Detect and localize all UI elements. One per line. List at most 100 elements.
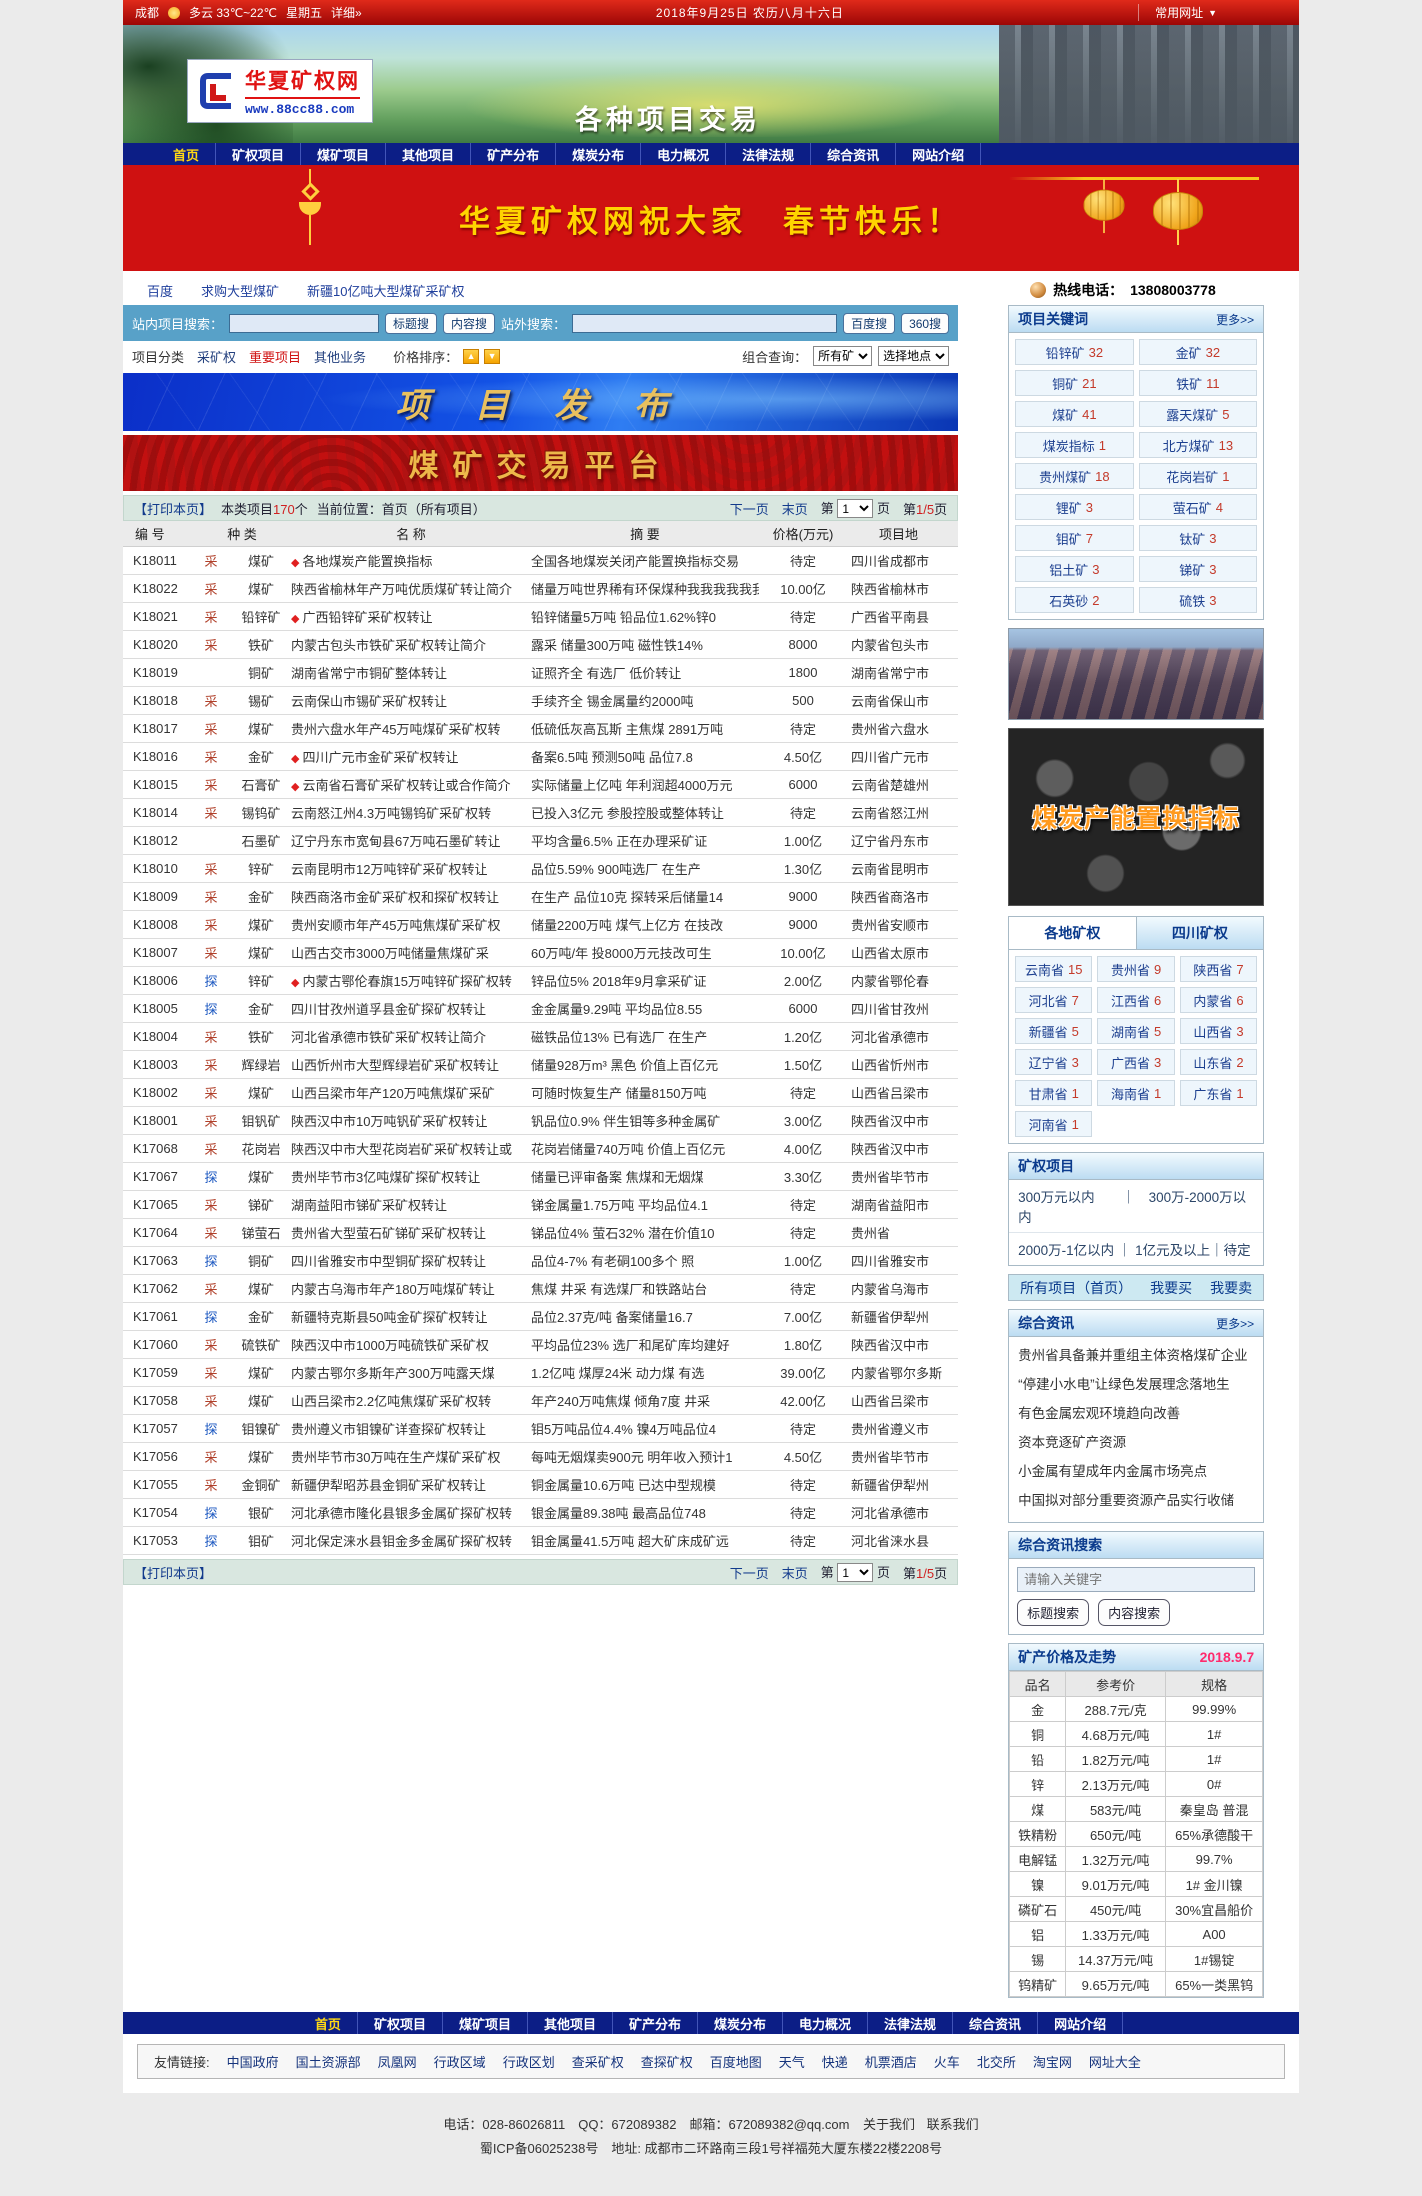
region-item[interactable]: 内蒙省 6 <box>1180 987 1257 1013</box>
keyword-item[interactable]: 贵州煤矿 18 <box>1015 463 1134 489</box>
footer-nav-item[interactable]: 矿产分布 <box>613 2012 698 2034</box>
project-place-link[interactable]: 山西省忻州市 <box>847 1055 950 1074</box>
keyword-item[interactable]: 硫铁 3 <box>1139 587 1258 613</box>
news-more-link[interactable]: 更多>> <box>1216 1315 1254 1332</box>
project-publish-banner[interactable]: 项 目 发 布 <box>123 373 958 431</box>
external-search-input[interactable] <box>572 314 837 333</box>
project-summary-link[interactable]: 花岗岩储量740万吨 价值上百亿元 <box>531 1139 759 1158</box>
project-name-link[interactable]: ◆河北保定涞水县钼金多金属矿探矿权转 <box>291 1531 531 1550</box>
quicklinks-dropdown[interactable]: 常用网址 ▼ <box>1138 4 1217 21</box>
news-item[interactable]: 贵州省具备兼并重组主体资格煤矿企业 <box>1018 1341 1254 1370</box>
project-place-link[interactable]: 云南省怒江州 <box>847 803 950 822</box>
friend-link[interactable]: 国土资源部 <box>296 2052 361 2071</box>
project-name-link[interactable]: ◆山西吕梁市年产120万吨焦煤矿采矿 <box>291 1083 531 1102</box>
project-summary-link[interactable]: 储量万吨世界稀有环保煤种我我我我我我 <box>531 579 759 598</box>
nav-item[interactable]: 其他项目 <box>386 143 471 165</box>
region-item[interactable]: 海南省 1 <box>1097 1080 1174 1106</box>
region-item[interactable]: 云南省 15 <box>1015 956 1092 982</box>
keyword-item[interactable]: 锑矿 3 <box>1139 556 1258 582</box>
region-item[interactable]: 辽宁省 3 <box>1015 1049 1092 1075</box>
project-summary-link[interactable]: 储量928万m³ 黑色 价值上百亿元 <box>531 1055 759 1074</box>
region-item[interactable]: 新疆省 5 <box>1015 1018 1092 1044</box>
project-name-link[interactable]: ◆山西忻州市大型辉绿岩矿采矿权转让 <box>291 1055 531 1074</box>
project-summary-link[interactable]: 1.2亿吨 煤厚24米 动力煤 有选 <box>531 1363 759 1382</box>
project-name-link[interactable]: ◆新疆特克斯县50吨金矿探矿权转让 <box>291 1307 531 1326</box>
region-item[interactable]: 江西省 6 <box>1097 987 1174 1013</box>
nav-item[interactable]: 矿权项目 <box>216 143 301 165</box>
project-place-link[interactable]: 新疆省伊犁州 <box>847 1307 950 1326</box>
friend-link[interactable]: 查探矿权 <box>641 2052 693 2071</box>
project-place-link[interactable]: 河北省承德市 <box>847 1027 950 1046</box>
project-place-link[interactable]: 湖南省常宁市 <box>847 663 950 682</box>
project-name-link[interactable]: ◆四川省雅安市中型铜矿探矿权转让 <box>291 1251 531 1270</box>
footer-nav-item[interactable]: 电力概况 <box>783 2012 868 2034</box>
next-page-link[interactable]: 下一页 <box>730 499 769 518</box>
filter-link[interactable]: 其他业务 <box>314 347 366 366</box>
project-place-link[interactable]: 河北省涞水县 <box>847 1531 950 1550</box>
friend-link[interactable]: 火车 <box>934 2052 960 2071</box>
project-place-link[interactable]: 河北省承德市 <box>847 1503 950 1522</box>
project-name-link[interactable]: ◆新疆伊犁昭苏县金铜矿采矿权转让 <box>291 1475 531 1494</box>
friend-link[interactable]: 百度地图 <box>710 2052 762 2071</box>
nav-item[interactable]: 电力概况 <box>641 143 726 165</box>
project-name-link[interactable]: ◆内蒙古包头市铁矿采矿权转让简介 <box>291 635 531 654</box>
print-page-link[interactable]: 【打印本页】 <box>134 1563 212 1582</box>
project-place-link[interactable]: 山西省吕梁市 <box>847 1391 950 1410</box>
project-summary-link[interactable]: 品位5.59% 900吨选厂 在生产 <box>531 859 759 878</box>
region-item[interactable]: 陕西省 7 <box>1180 956 1257 982</box>
project-place-link[interactable]: 陕西省榆林市 <box>847 579 950 598</box>
page-select[interactable]: 1 <box>837 499 873 518</box>
baidu-search-button[interactable]: 百度搜 <box>843 313 895 334</box>
project-place-link[interactable]: 山西省太原市 <box>847 943 950 962</box>
keyword-item[interactable]: 北方煤矿 13 <box>1139 432 1258 458</box>
project-name-link[interactable]: ◆陕西汉中市1000万吨硫铁矿采矿权 <box>291 1335 531 1354</box>
weather-detail-link[interactable]: 详细» <box>331 4 362 21</box>
project-summary-link[interactable]: 铅锌储量5万吨 铅品位1.62%锌0 <box>531 607 759 626</box>
friend-link[interactable]: 淘宝网 <box>1033 2052 1072 2071</box>
sort-desc-button[interactable]: ▼ <box>484 349 500 364</box>
project-summary-link[interactable]: 60万吨/年 投8000万元技改可生 <box>531 943 759 962</box>
project-summary-link[interactable]: 锑品位4% 萤石32% 潜在价值10 <box>531 1223 759 1242</box>
project-summary-link[interactable]: 磁铁品位13% 已有选厂 在生产 <box>531 1027 759 1046</box>
nav-item[interactable]: 矿产分布 <box>471 143 556 165</box>
project-name-link[interactable]: ◆山西吕梁市2.2亿吨焦煤矿采矿权转 <box>291 1391 531 1410</box>
project-name-link[interactable]: ◆河北承德市隆化县银多金属矿探矿权转 <box>291 1503 531 1522</box>
notice-link[interactable]: 新疆10亿吨大型煤矿采矿权 <box>307 281 464 300</box>
keyword-item[interactable]: 石英砂 2 <box>1015 587 1134 613</box>
project-name-link[interactable]: ◆云南昆明市12万吨锌矿采矿权转让 <box>291 859 531 878</box>
project-place-link[interactable]: 陕西省商洛市 <box>847 887 950 906</box>
project-summary-link[interactable]: 手续齐全 锡金属量约2000吨 <box>531 691 759 710</box>
news-item[interactable]: 有色金属宏观环境趋向改善 <box>1018 1399 1254 1428</box>
project-name-link[interactable]: ◆贵州六盘水年产45万吨煤矿采矿权转 <box>291 719 531 738</box>
project-name-link[interactable]: ◆云南省石膏矿采矿权转让或合作简介 <box>291 775 531 794</box>
so360-search-button[interactable]: 360搜 <box>901 313 949 334</box>
project-place-link[interactable]: 内蒙省包头市 <box>847 635 950 654</box>
price-range-links-2[interactable]: 2000万-1亿以内 ｜ 1亿元及以上｜待定 <box>1009 1233 1263 1265</box>
keyword-item[interactable]: 花岗岩矿 1 <box>1139 463 1258 489</box>
project-place-link[interactable]: 四川省广元市 <box>847 747 950 766</box>
project-place-link[interactable]: 内蒙省乌海市 <box>847 1279 950 1298</box>
project-summary-link[interactable]: 储量已评审备案 焦煤和无烟煤 <box>531 1167 759 1186</box>
keyword-item[interactable]: 钛矿 3 <box>1139 525 1258 551</box>
project-place-link[interactable]: 山西省吕梁市 <box>847 1083 950 1102</box>
friend-link[interactable]: 查采矿权 <box>572 2052 624 2071</box>
project-name-link[interactable]: ◆湖南省常宁市铜矿整体转让 <box>291 663 531 682</box>
keyword-item[interactable]: 露天煤矿 5 <box>1139 401 1258 427</box>
region-item[interactable]: 山西省 3 <box>1180 1018 1257 1044</box>
keywords-more-link[interactable]: 更多>> <box>1216 311 1254 328</box>
project-place-link[interactable]: 内蒙省鄂伦春 <box>847 971 950 990</box>
project-summary-link[interactable]: 年产240万吨焦煤 倾角7度 井采 <box>531 1391 759 1410</box>
footer-nav-item[interactable]: 网站介绍 <box>1038 2012 1123 2034</box>
project-place-link[interactable]: 贵州省安顺市 <box>847 915 950 934</box>
project-place-link[interactable]: 陕西省汉中市 <box>847 1335 950 1354</box>
project-name-link[interactable]: ◆云南保山市锡矿采矿权转让 <box>291 691 531 710</box>
project-name-link[interactable]: ◆贵州省大型萤石矿锑矿采矿权转让 <box>291 1223 531 1242</box>
next-page-link[interactable]: 下一页 <box>730 1563 769 1582</box>
last-page-link[interactable]: 末页 <box>782 499 808 518</box>
quick-link[interactable]: 所有项目（首页） <box>1020 1278 1132 1298</box>
project-place-link[interactable]: 辽宁省丹东市 <box>847 831 950 850</box>
news-content-search-button[interactable]: 内容搜索 <box>1098 1599 1170 1626</box>
contact-us-link[interactable]: 联系我们 <box>927 2117 979 2132</box>
project-place-link[interactable]: 贵州省六盘水 <box>847 719 950 738</box>
project-summary-link[interactable]: 金金属量9.29吨 平均品位8.55 <box>531 999 759 1018</box>
